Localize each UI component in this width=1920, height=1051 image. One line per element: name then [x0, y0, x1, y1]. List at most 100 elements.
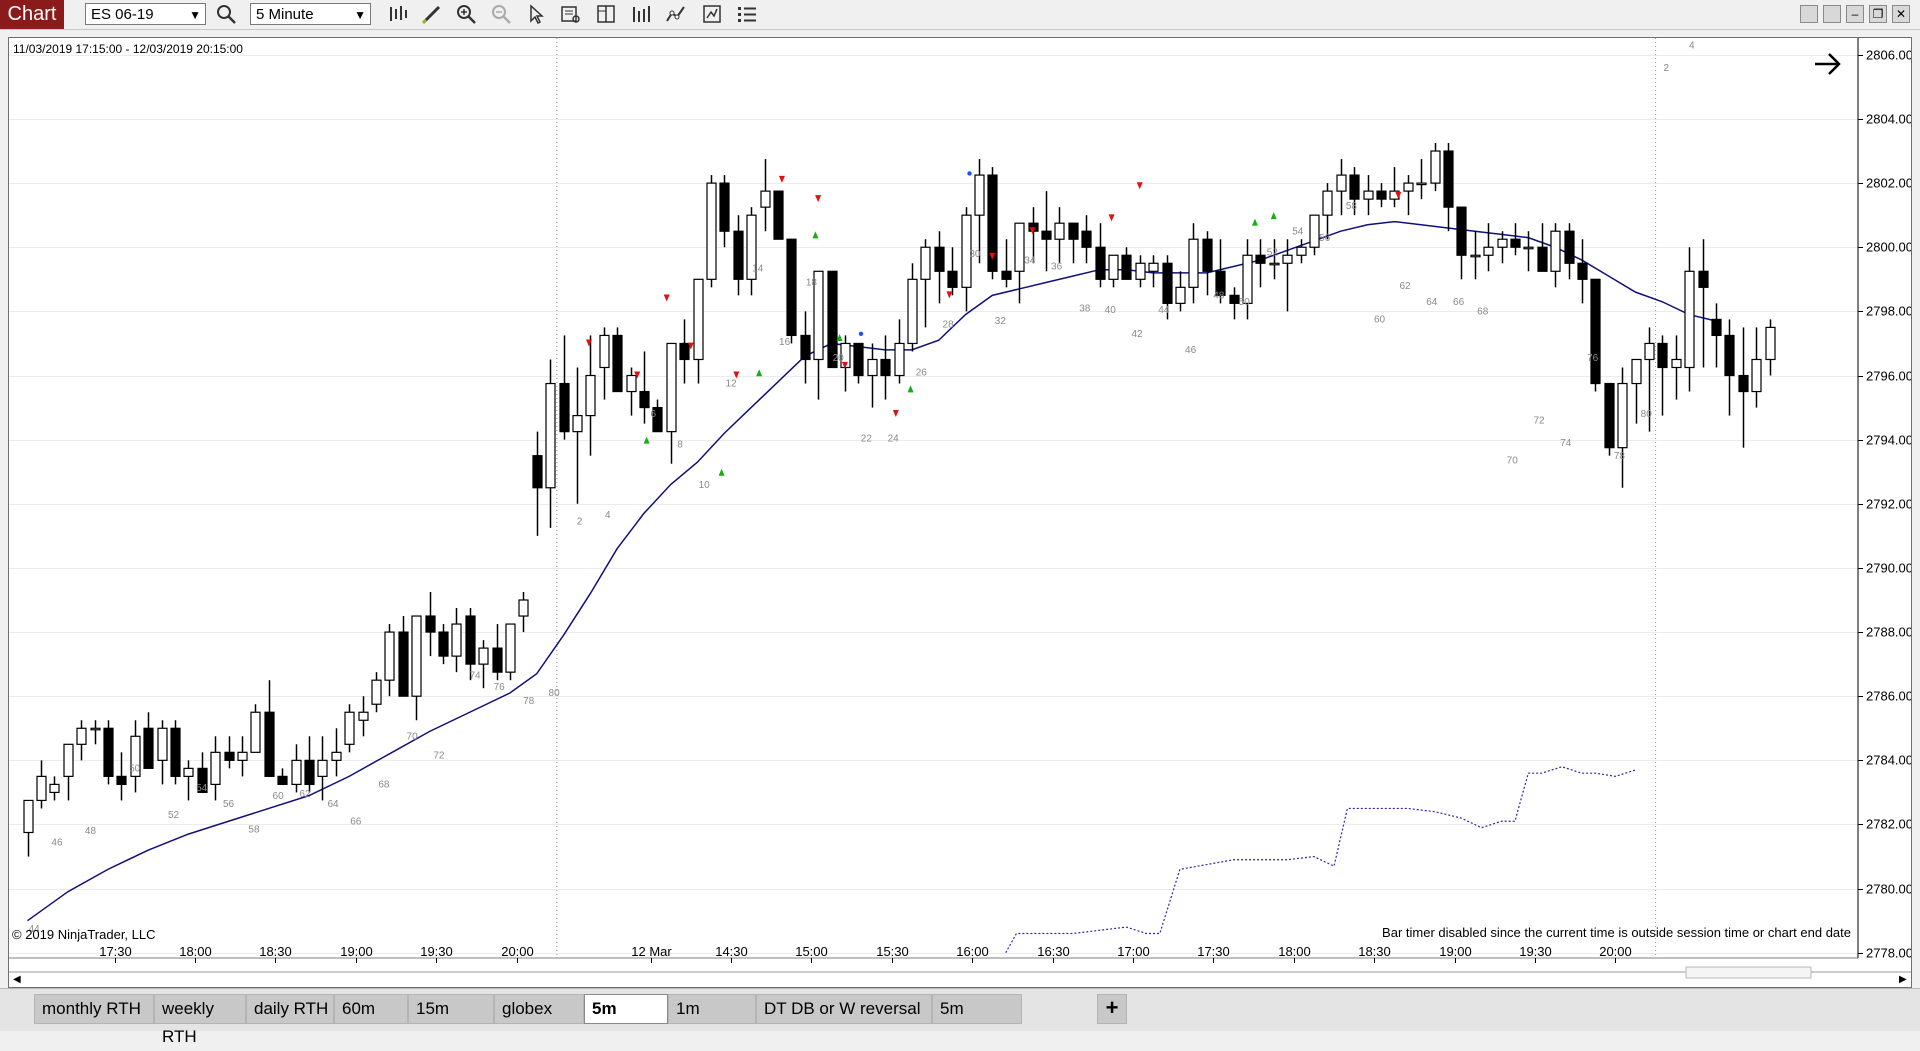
data-box-icon[interactable]	[559, 3, 583, 25]
candle-body	[1497, 238, 1508, 248]
candle-body	[1590, 278, 1601, 385]
candle-body	[934, 246, 945, 272]
bar-count-label: 4	[1689, 40, 1695, 51]
x-tick-label: 16:30	[1037, 944, 1070, 959]
x-tick-label: 14:30	[715, 944, 748, 959]
tab-globex-5[interactable]: globex	[494, 994, 584, 1024]
bar-count-label: 46	[1185, 345, 1197, 356]
zoom-out-icon[interactable]	[489, 3, 513, 25]
candle-body	[264, 711, 275, 777]
candle-body	[384, 631, 395, 681]
candle-body	[974, 174, 985, 216]
y-tick-label: 2804.00	[1866, 112, 1911, 127]
candle-body	[894, 342, 905, 377]
tab-1m-7[interactable]: 1m	[668, 994, 756, 1024]
candle-body	[1644, 342, 1655, 361]
tab-5m-9[interactable]: 5m	[932, 994, 1022, 1024]
scroll-left-icon[interactable]: ◀	[13, 974, 21, 985]
candle-body	[800, 334, 811, 361]
tab-15m-4[interactable]: 15m	[408, 994, 494, 1024]
close-icon[interactable]: ✕	[1892, 5, 1910, 23]
bar-count-label: 16	[779, 337, 791, 348]
tile-icon[interactable]	[1823, 5, 1841, 23]
candle-body	[1041, 230, 1052, 240]
bar-count-label: 72	[1533, 416, 1545, 427]
candle-body	[1322, 190, 1333, 216]
list-icon[interactable]	[735, 3, 759, 25]
candle-body	[947, 270, 958, 288]
down-arrow-marker	[815, 195, 822, 203]
candle-body	[1537, 246, 1548, 272]
candle-body	[1430, 150, 1441, 184]
tab-monthly-rth-0[interactable]: monthly RTH	[34, 994, 154, 1024]
scrollbar-thumb[interactable]	[1685, 966, 1812, 979]
search-icon[interactable]	[215, 3, 239, 25]
instrument-selector[interactable]: ES 06-19 ▼	[85, 3, 206, 25]
toolbar: Chart ES 06-19 ▼ 5 Minute ▼ – ❐ ✕	[0, 0, 1920, 30]
properties-icon[interactable]	[700, 3, 724, 25]
x-tick-label: 16:00	[956, 944, 989, 959]
candle-body	[920, 246, 931, 280]
candle-body	[639, 390, 650, 409]
candle-body	[277, 775, 288, 785]
up-arrow-marker	[1251, 218, 1258, 226]
bar-count-label: 52	[168, 810, 180, 821]
ema-line	[27, 220, 1717, 922]
candle-body	[585, 374, 596, 417]
candle-body	[291, 759, 302, 785]
candle-body	[1657, 342, 1668, 369]
arrow-right-icon[interactable]	[1815, 53, 1841, 75]
x-tick-label: 17:30	[99, 944, 132, 959]
bar-count-label: 42	[1131, 329, 1143, 340]
tile-icon[interactable]	[1800, 5, 1818, 23]
minimize-icon[interactable]: –	[1846, 5, 1864, 23]
x-tick-label: 17:30	[1197, 944, 1230, 959]
drawing-tool-icon[interactable]	[420, 3, 444, 25]
interval-selector[interactable]: 5 Minute ▼	[250, 3, 371, 25]
zoom-in-icon[interactable]	[454, 3, 478, 25]
price-chart[interactable]: 444648505254565860 6264666870727476788024…	[9, 38, 1911, 987]
scroll-right-icon[interactable]: ▶	[1899, 974, 1907, 985]
chart-panel[interactable]: 44 46 48 50 52 54 56 58 60 62 64 66 68 70 72 74 76 78 80 2 4…	[8, 37, 1912, 988]
candle-body	[1054, 222, 1065, 240]
tab-weekly-rth-1[interactable]: weekly RTH	[154, 994, 246, 1046]
add-tab-button[interactable]: +	[1097, 994, 1127, 1024]
bar-count-label: 64	[1426, 297, 1438, 308]
tab-5m-6[interactable]: 5m	[584, 994, 668, 1024]
restore-icon[interactable]: ❐	[1869, 5, 1887, 23]
candle-body	[1711, 318, 1722, 337]
bar-count-label: 38	[1079, 303, 1091, 314]
candle-body	[1483, 246, 1494, 256]
candle-body	[1202, 238, 1213, 272]
indicators-icon[interactable]	[664, 3, 688, 25]
bar-count-label: 32	[995, 316, 1007, 327]
candle-body	[1724, 334, 1735, 377]
candle-body	[1162, 262, 1173, 304]
candle-body	[1349, 174, 1360, 200]
candle-body	[1229, 294, 1240, 304]
chart-trader-icon[interactable]	[594, 3, 618, 25]
candle-body	[1577, 262, 1588, 280]
tab-daily-rth-2[interactable]: daily RTH	[246, 994, 334, 1024]
candle-body	[1081, 230, 1092, 248]
candle-body	[492, 647, 503, 673]
candle-body	[170, 727, 181, 777]
pointer-icon[interactable]	[524, 3, 548, 25]
tab-dt-db-or-w-reversal-8[interactable]: DT DB or W reversal	[756, 994, 932, 1024]
down-arrow-marker	[733, 371, 740, 379]
strategies-icon[interactable]	[629, 3, 653, 25]
candle-body	[907, 278, 918, 345]
up-arrow-marker	[812, 231, 819, 239]
candle-body	[1698, 270, 1709, 288]
bar-count-label: 78	[523, 696, 535, 707]
y-tick-label: 2806.00	[1866, 48, 1911, 63]
candle-body	[1255, 254, 1266, 264]
bar-count-label: 28	[943, 319, 955, 330]
bar-count-label: 14	[752, 263, 764, 274]
candle-body	[1604, 382, 1615, 449]
bar-style-icon[interactable]	[386, 3, 410, 25]
candle-body	[1363, 190, 1374, 200]
bar-count-label: 44	[1158, 305, 1170, 316]
candle-body	[786, 238, 797, 337]
tab-60m-3[interactable]: 60m	[334, 994, 408, 1024]
